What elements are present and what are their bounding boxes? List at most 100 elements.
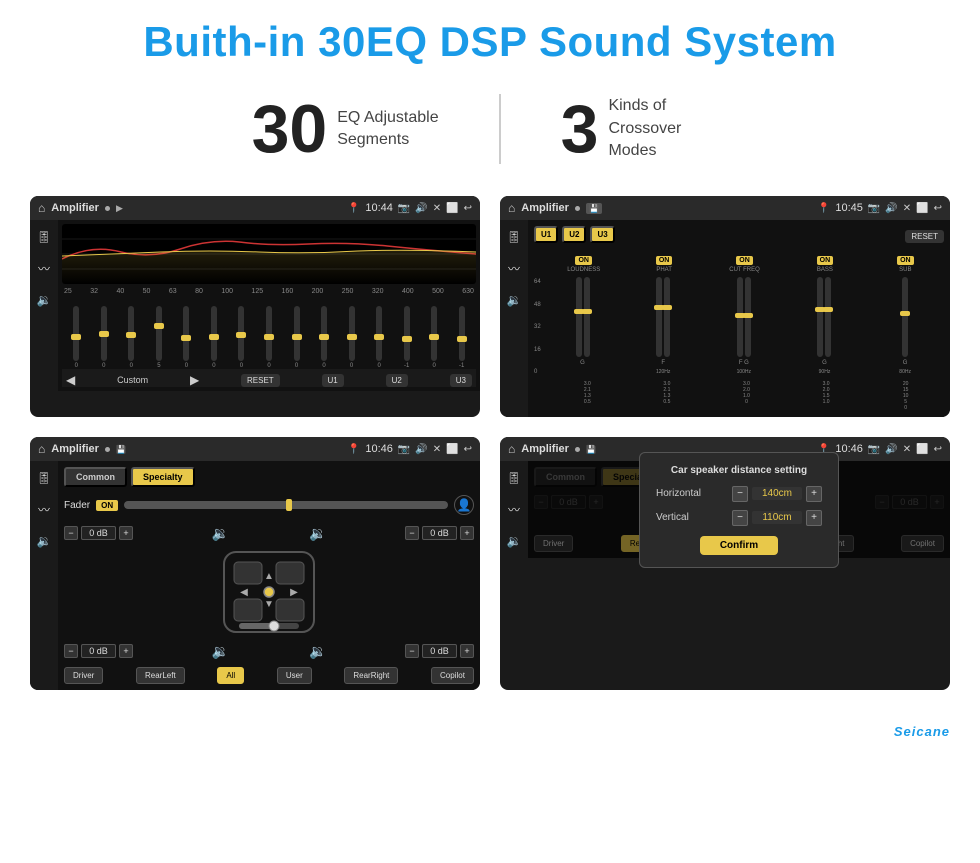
slider-4[interactable]: 5 <box>147 306 172 369</box>
confirm-button[interactable]: Confirm <box>700 536 778 555</box>
decrease-btn[interactable]: − <box>64 644 78 658</box>
sub-on[interactable]: ON <box>897 256 914 265</box>
driver-button[interactable]: Driver <box>64 667 103 684</box>
slider-12[interactable]: 0 <box>367 306 392 369</box>
slider-2[interactable]: 0 <box>92 306 117 369</box>
tune-icon[interactable]: 🎚 <box>36 471 51 485</box>
slider-8[interactable]: 0 <box>257 306 282 369</box>
slider-7[interactable]: 0 <box>229 306 254 369</box>
slider-11[interactable]: 0 <box>339 306 364 369</box>
user-button[interactable]: User <box>277 667 312 684</box>
cutfreq-on[interactable]: ON <box>736 256 753 265</box>
increase-btn[interactable]: + <box>460 644 474 658</box>
close-icon[interactable]: ✕ <box>433 203 441 214</box>
fader-slider[interactable] <box>124 501 448 509</box>
u3-preset-button[interactable]: U3 <box>590 226 614 243</box>
speaker-icon[interactable]: 🔉 <box>37 534 52 548</box>
speaker-icon[interactable]: 🔉 <box>507 534 522 548</box>
tune-icon[interactable]: 🎚 <box>506 471 521 485</box>
bass-freq: 90Hz <box>819 369 831 375</box>
next-icon[interactable]: ▶ <box>190 373 199 387</box>
window-icon[interactable]: ⬜ <box>446 444 458 455</box>
home-icon[interactable]: ⌂ <box>38 442 45 456</box>
slider-5[interactable]: 0 <box>174 306 199 369</box>
vertical-decrease-btn[interactable]: − <box>732 510 748 526</box>
home-icon[interactable]: ⌂ <box>38 201 45 215</box>
horizontal-increase-btn[interactable]: + <box>806 486 822 502</box>
vertical-increase-btn[interactable]: + <box>806 510 822 526</box>
topbar-left: ⌂ Amplifier 💾 <box>38 442 126 456</box>
crossover-reset-button[interactable]: RESET <box>905 230 944 243</box>
bass-on[interactable]: ON <box>817 256 834 265</box>
tab-specialty[interactable]: Specialty <box>131 467 195 487</box>
bass-slider-r[interactable] <box>825 277 831 357</box>
increase-btn[interactable]: + <box>119 644 133 658</box>
back-icon[interactable]: ↩ <box>934 444 942 455</box>
rear-left-button[interactable]: RearLeft <box>136 667 185 684</box>
tab-common[interactable]: Common <box>64 467 127 487</box>
phat-slider-r[interactable] <box>664 277 670 357</box>
home-icon[interactable]: ⌂ <box>508 442 515 456</box>
loudness-on[interactable]: ON <box>575 256 592 265</box>
loudness-slider-r[interactable] <box>584 277 590 357</box>
rear-right-button[interactable]: RearRight <box>344 667 398 684</box>
wave-icon[interactable]: 〰 <box>508 501 520 518</box>
phat-on[interactable]: ON <box>656 256 673 265</box>
decrease-btn[interactable]: − <box>405 644 419 658</box>
wave-icon[interactable]: 〰 <box>38 260 50 277</box>
window-icon[interactable]: ⬜ <box>916 203 928 214</box>
phat-slider-col: F 120Hz <box>624 277 702 377</box>
bass-slider-l[interactable] <box>817 277 823 357</box>
wave-icon[interactable]: 〰 <box>508 260 520 277</box>
window-icon[interactable]: ⬜ <box>916 444 928 455</box>
back-icon[interactable]: ↩ <box>464 444 472 455</box>
close-icon[interactable]: ✕ <box>433 444 441 455</box>
u2-button[interactable]: U2 <box>386 374 408 387</box>
slider-14[interactable]: 0 <box>422 306 447 369</box>
increase-btn[interactable]: + <box>460 526 474 540</box>
fader-on-button[interactable]: ON <box>96 500 118 511</box>
decrease-btn[interactable]: − <box>64 526 78 540</box>
all-button[interactable]: All <box>217 667 244 684</box>
slider-13[interactable]: -1 <box>394 306 419 369</box>
speaker-icon[interactable]: 🔉 <box>507 293 522 307</box>
u2-preset-button[interactable]: U2 <box>562 226 586 243</box>
cutfreq-slider-r[interactable] <box>745 277 751 357</box>
slider-15[interactable]: -1 <box>449 306 474 369</box>
slider-9[interactable]: 0 <box>284 306 309 369</box>
cutfreq-slider-col: F G 100Hz <box>705 277 783 377</box>
slider-10[interactable]: 0 <box>312 306 337 369</box>
speaker-icon[interactable]: 🔉 <box>37 293 52 307</box>
back-icon[interactable]: ↩ <box>934 203 942 214</box>
u3-button[interactable]: U3 <box>450 374 472 387</box>
slider-6[interactable]: 0 <box>202 306 227 369</box>
window-icon[interactable]: ⬜ <box>446 203 458 214</box>
tune-icon[interactable]: 🎚 <box>36 230 51 244</box>
u1-preset-button[interactable]: U1 <box>534 226 558 243</box>
phat-slider-l[interactable] <box>656 277 662 357</box>
copilot-button[interactable]: Copilot <box>431 667 474 684</box>
bottom-level-labels: 3.02.11.30.5 3.02.11.30.5 3.02.01.00 3.0… <box>534 381 944 411</box>
loudness-slider-l[interactable] <box>576 277 582 357</box>
wave-icon[interactable]: 〰 <box>38 501 50 518</box>
tune-icon[interactable]: 🎚 <box>506 230 521 244</box>
reset-button[interactable]: RESET <box>241 374 280 387</box>
u1-button[interactable]: U1 <box>322 374 344 387</box>
slider-1[interactable]: 0 <box>64 306 89 369</box>
prev-icon[interactable]: ◀ <box>66 373 75 387</box>
range-5: 20151050 <box>867 381 944 411</box>
home-icon[interactable]: ⌂ <box>508 201 515 215</box>
screen4-sidebar: 🎚 〰 🔉 <box>500 461 528 558</box>
left-front-value: 0 dB <box>81 526 116 540</box>
horizontal-decrease-btn[interactable]: − <box>732 486 748 502</box>
decrease-btn[interactable]: − <box>405 526 419 540</box>
close-icon[interactable]: ✕ <box>903 203 911 214</box>
back-icon[interactable]: ↩ <box>464 203 472 214</box>
cutfreq-slider-l[interactable] <box>737 277 743 357</box>
slider-3[interactable]: 0 <box>119 306 144 369</box>
increase-btn[interactable]: + <box>119 526 133 540</box>
crossover-number: 3 <box>561 95 599 163</box>
screen4-main: Common Specialty − 0 dB + − 0 dB <box>528 461 950 558</box>
sub-slider[interactable] <box>902 277 908 357</box>
close-icon[interactable]: ✕ <box>903 444 911 455</box>
